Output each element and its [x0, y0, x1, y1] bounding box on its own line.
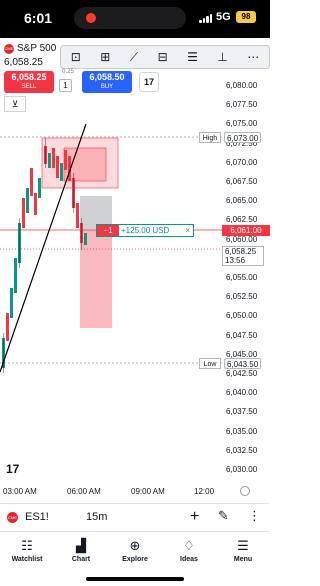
time-axis[interactable]: 03:00 AM 06:00 AM 09:00 AM 12:00 [0, 485, 222, 499]
position-price-tag: 6,061.00 [222, 225, 270, 236]
tradingview-logo-icon: 17 [6, 462, 20, 476]
status-time: 6:01 [24, 10, 53, 26]
nav-menu[interactable]: ☰ Menu [216, 538, 270, 563]
price-tick: 6,055.00 [226, 273, 258, 282]
price-tick: 6,080.00 [226, 81, 258, 90]
price-tick: 6,070.00 [226, 157, 258, 167]
watchlist-icon: ☷ [21, 538, 33, 553]
more-vertical-icon[interactable]: ⋮ [248, 508, 261, 524]
price-tick: 6,030.00 [226, 465, 258, 474]
buy-price: 6,058.50 [89, 72, 125, 82]
time-tick: 12:00 [194, 487, 215, 496]
pencil-icon[interactable]: ✎ [218, 508, 229, 524]
price-tick: 6,040.00 [226, 388, 258, 398]
nav-chart[interactable]: ▟ Chart [54, 538, 108, 563]
price-axis[interactable]: 6,080.006,077.506,075.006,072.506,070.00… [222, 38, 270, 499]
network-type: 5G [216, 11, 231, 23]
price-tick: 6,050.00 [226, 311, 258, 321]
nav-ideas[interactable]: ♢ Ideas [162, 538, 216, 563]
price-tick: 6,065.00 [226, 196, 258, 206]
spread: 0.25 [62, 69, 74, 75]
symbol-selector[interactable]: ES1! [25, 511, 49, 523]
indicator-toggle[interactable]: ⊻ [4, 96, 26, 112]
low-price: 6,043.50 [224, 358, 262, 369]
high-label: High [199, 132, 221, 143]
position-pnl: +125.00 USD [121, 226, 170, 235]
price-tick: 6,032.50 [226, 445, 258, 455]
price-tick: 6,047.50 [226, 330, 258, 340]
price-tick: 6,037.50 [226, 407, 258, 417]
time-tick: 09:00 AM [131, 487, 165, 496]
battery-icon: 98 [236, 11, 256, 23]
sell-label: SELL [21, 84, 37, 90]
buy-label: BUY [100, 84, 114, 90]
chart-area[interactable]: ⊡ ⊞ ⟋ ⊟ ☰ ⊥ ⋯ CME S&P 500 6,058.25 6,058… [0, 38, 270, 499]
menu-icon: ☰ [237, 538, 249, 553]
price-tick: 6,035.00 [226, 426, 258, 436]
add-icon[interactable]: + [190, 508, 199, 526]
high-price: 6,073.00 [224, 132, 262, 143]
price-tick: 6,077.50 [226, 100, 258, 110]
price-tick: 6,042.50 [226, 369, 258, 378]
sell-price: 6,058.25 [11, 72, 47, 82]
interval-selector[interactable]: 15m [86, 511, 107, 523]
explore-icon: ⊕ [129, 538, 141, 553]
close-position-icon[interactable]: × [185, 225, 190, 236]
tv-logo-icon[interactable]: 17 [139, 72, 159, 92]
time-tick: 03:00 AM [3, 487, 37, 496]
grid-icon[interactable]: ⊟ [158, 50, 168, 64]
exchange-badge-icon: CME [4, 43, 14, 54]
position-qty: −1 [97, 225, 119, 236]
settings-icon[interactable]: ☰ [187, 50, 198, 64]
current-price: 6,058.25 [225, 247, 257, 256]
trendline-icon[interactable]: ⟋ [130, 50, 138, 65]
price-tick: 6,067.50 [226, 177, 258, 186]
low-label: Low [199, 358, 221, 369]
price-tick: 6,052.50 [226, 292, 258, 302]
quantity-input[interactable]: 1 [59, 79, 72, 92]
symbol-bar[interactable]: CME ES1! 15m + ✎ ⋮ [0, 503, 270, 531]
recording-indicator [74, 7, 186, 29]
magnet-icon[interactable]: ⊡ [71, 50, 81, 64]
ideas-icon: ♢ [183, 538, 195, 553]
status-bar: 6:01 5G 98 [0, 0, 270, 38]
time-tick: 06:00 AM [67, 487, 101, 496]
price-tick: 6,062.50 [226, 215, 258, 225]
last-price: 6,058.25 [4, 57, 43, 68]
chart-symbol[interactable]: CME S&P 500 [4, 43, 56, 54]
signal-icon [199, 13, 213, 23]
bar-countdown: 13:56 [225, 256, 246, 265]
home-indicator [86, 577, 184, 581]
record-dot-icon [86, 13, 96, 23]
position-label[interactable]: −1 +125.00 USD × [96, 224, 194, 237]
price-tick: 6,075.00 [226, 119, 258, 129]
chart-settings-icon[interactable] [240, 486, 250, 496]
nav-watchlist[interactable]: ☷ Watchlist [0, 538, 54, 563]
chart-icon: ▟ [76, 538, 86, 553]
sell-button[interactable]: 6,058.25 SELL [4, 71, 54, 93]
buy-button[interactable]: 6,058.50 BUY [82, 71, 132, 93]
exchange-badge-icon: CME [7, 512, 18, 523]
group-icon[interactable]: ⊞ [100, 50, 110, 64]
nav-explore[interactable]: ⊕ Explore [108, 538, 162, 563]
current-price-tag: 6,058.25 13:56 [222, 246, 264, 266]
